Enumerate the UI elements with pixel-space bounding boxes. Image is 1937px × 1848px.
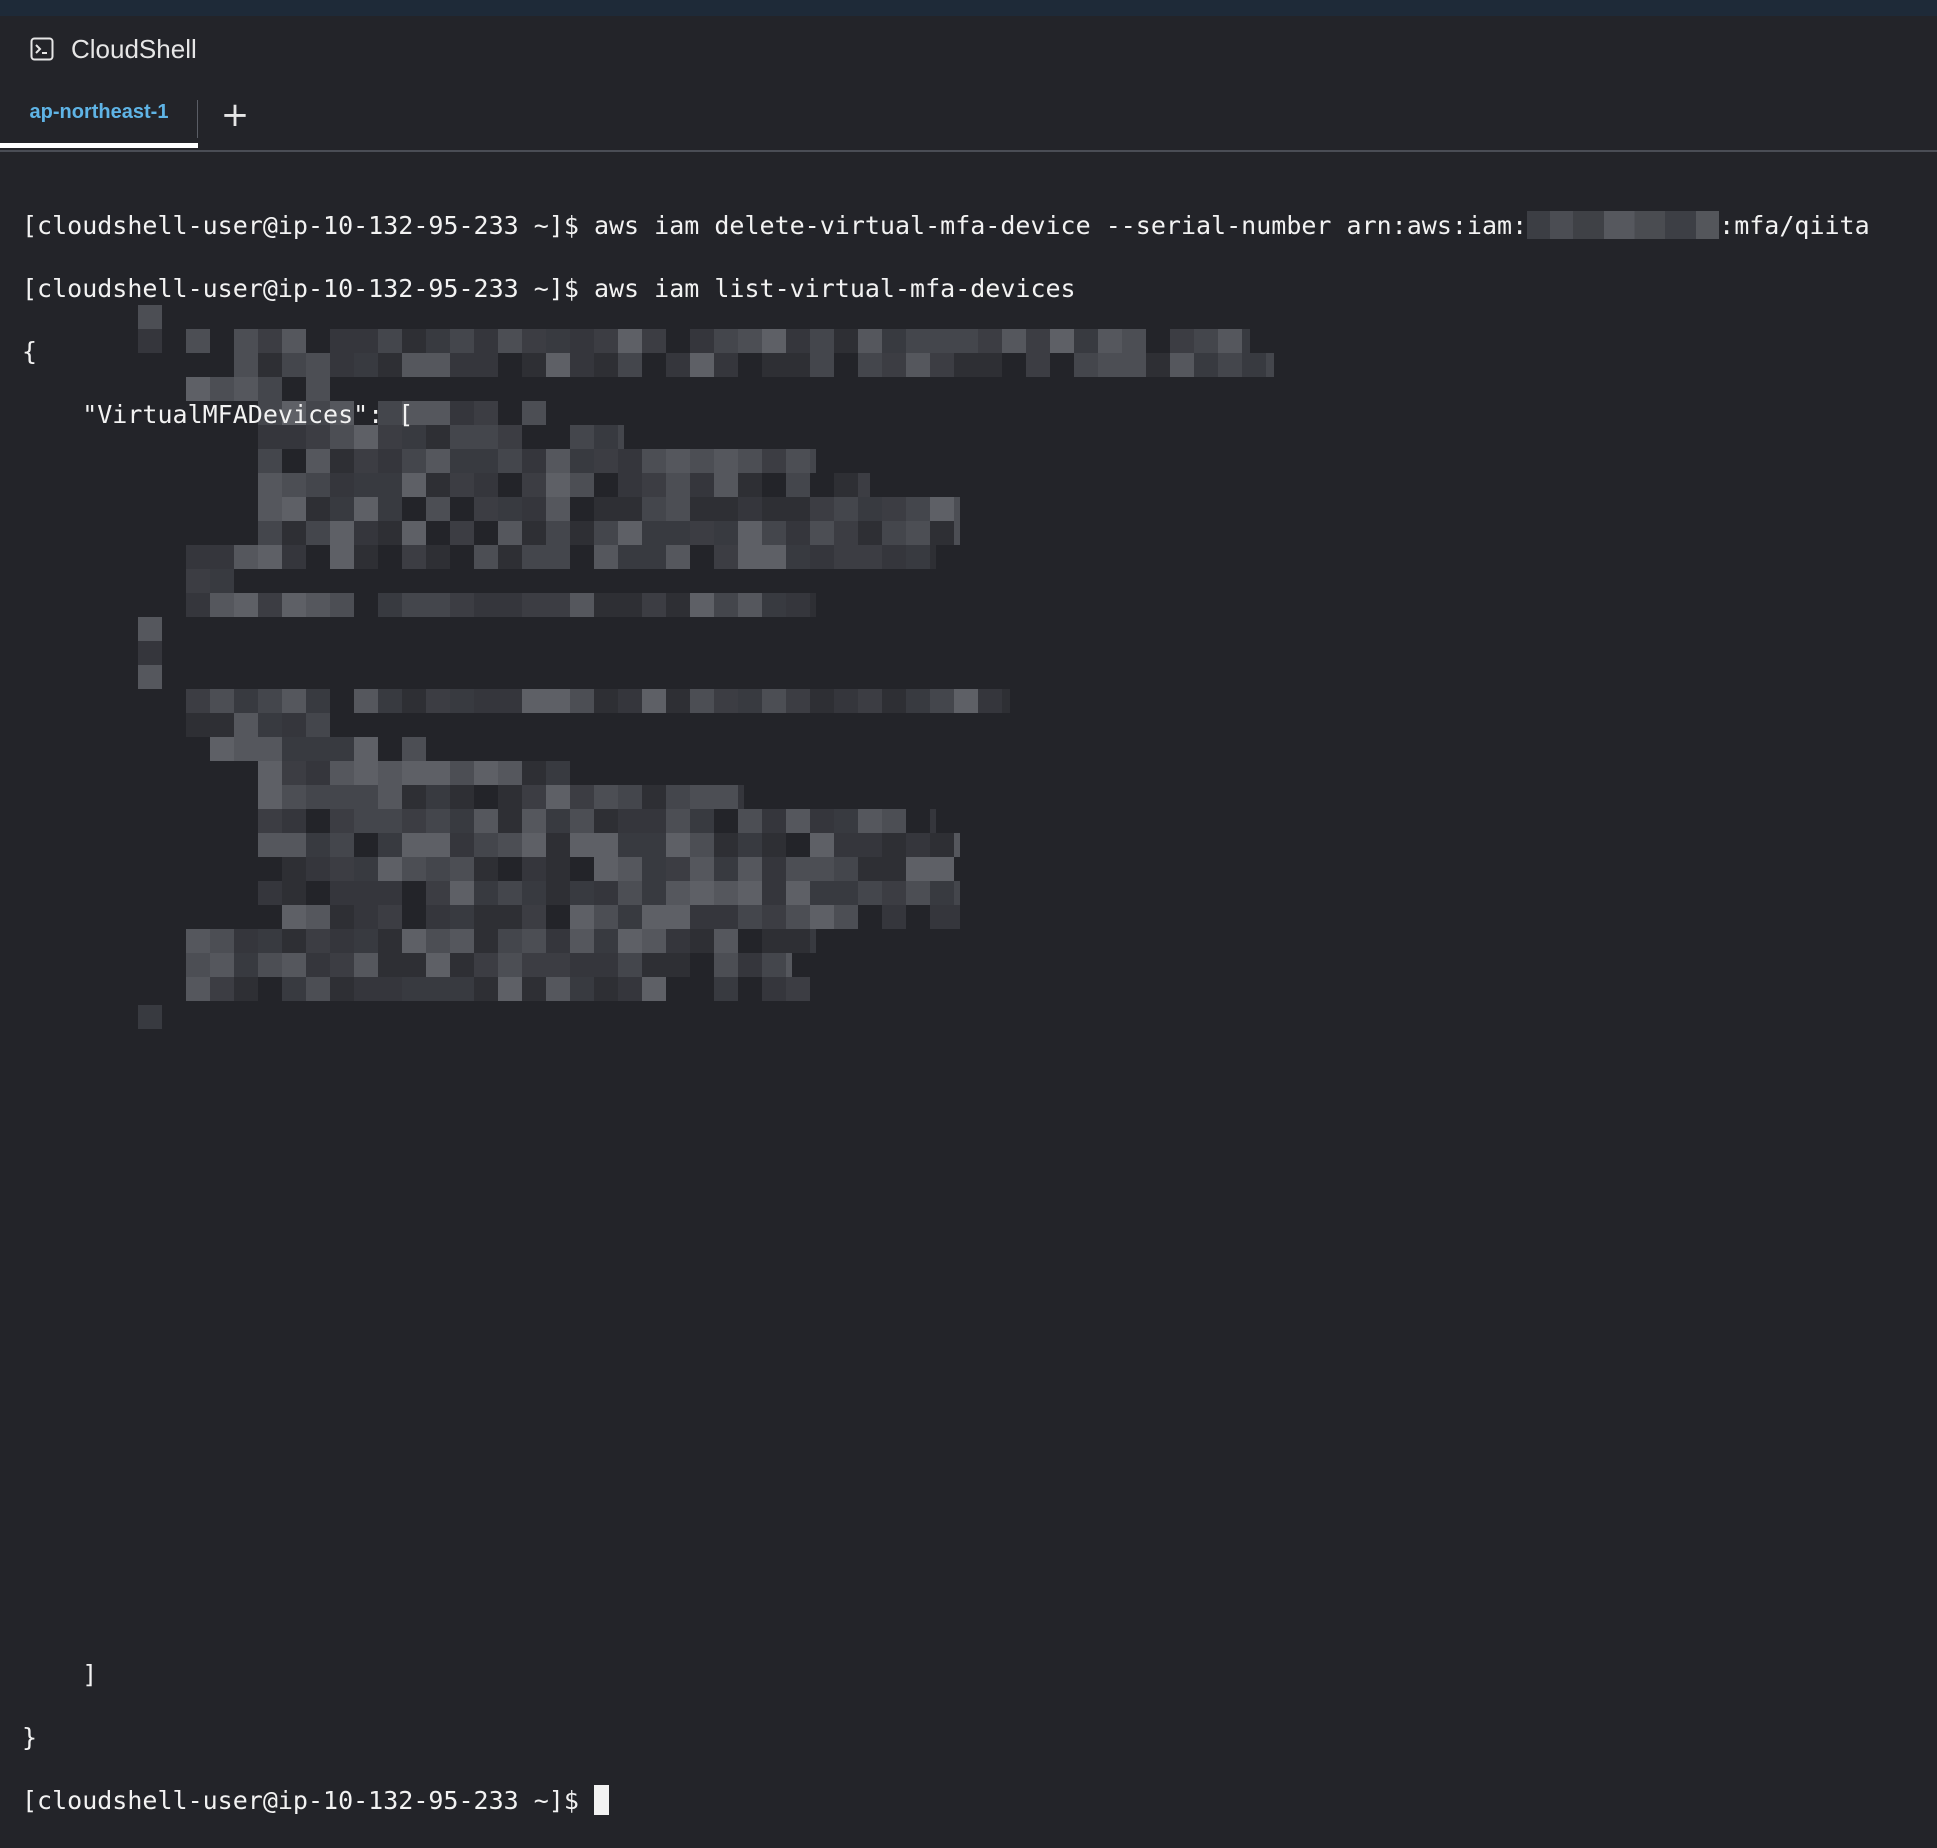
output-line-redacted: [22, 966, 1870, 998]
output-line-redacted: [22, 525, 1870, 557]
prompt: [cloudshell-user@ip-10-132-95-233 ~]$: [22, 1785, 579, 1815]
terminal-output[interactable]: [cloudshell-user@ip-10-132-95-233 ~]$ aw…: [22, 178, 1870, 1848]
output-line-redacted: [22, 1533, 1870, 1565]
command-text: aws iam delete-virtual-mfa-device --seri…: [578, 210, 1528, 240]
output-line-redacted: [22, 651, 1870, 683]
output-line-redacted: [22, 840, 1870, 872]
prompt: [cloudshell-user@ip-10-132-95-233 ~]$: [22, 273, 579, 303]
output-line-redacted: [22, 462, 1870, 494]
output-line-redacted: [22, 1155, 1870, 1187]
output-line-redacted: [22, 1092, 1870, 1124]
output-line-redacted: [22, 1470, 1870, 1502]
top-strip: [0, 0, 1937, 16]
output-line-redacted: [22, 777, 1870, 809]
terminal-line: [cloudshell-user@ip-10-132-95-233 ~]$ aw…: [22, 273, 1870, 305]
output-line-redacted: [22, 1407, 1870, 1439]
output-line-redacted: [22, 1218, 1870, 1250]
app-header: CloudShell: [0, 16, 1937, 82]
output-line-redacted: [22, 1281, 1870, 1313]
terminal-cursor: [593, 1784, 609, 1815]
app-title: CloudShell: [71, 34, 197, 64]
redacted-account-id: [1527, 210, 1720, 239]
command-text: aws iam list-virtual-mfa-devices: [578, 273, 1076, 303]
add-tab-button[interactable]: +: [218, 98, 252, 132]
output-line-redacted: [22, 1344, 1870, 1376]
output-line-redacted: [22, 1596, 1870, 1628]
tab-bar: ap-northeast-1 +: [0, 82, 1937, 152]
prompt: [cloudshell-user@ip-10-132-95-233 ~]$: [22, 210, 579, 240]
tab-ap-northeast-1[interactable]: ap-northeast-1: [0, 82, 198, 148]
terminal-icon: [30, 37, 54, 61]
output-line-redacted: [22, 1029, 1870, 1061]
command-suffix: :mfa/qiita: [1719, 210, 1870, 240]
terminal-line: [cloudshell-user@ip-10-132-95-233 ~]$ aw…: [22, 210, 1870, 242]
tab-divider: [197, 100, 198, 138]
output-line: ]: [22, 1659, 98, 1689]
output-line: "VirtualMFADevices": [: [22, 399, 414, 429]
output-line-redacted: [22, 588, 1870, 620]
terminal-line: [cloudshell-user@ip-10-132-95-233 ~]$: [22, 1784, 1870, 1817]
output-line-redacted: [22, 714, 1870, 746]
output-line-redacted: [22, 903, 1870, 935]
output-line: {: [22, 336, 38, 366]
output-line: }: [22, 1722, 38, 1752]
